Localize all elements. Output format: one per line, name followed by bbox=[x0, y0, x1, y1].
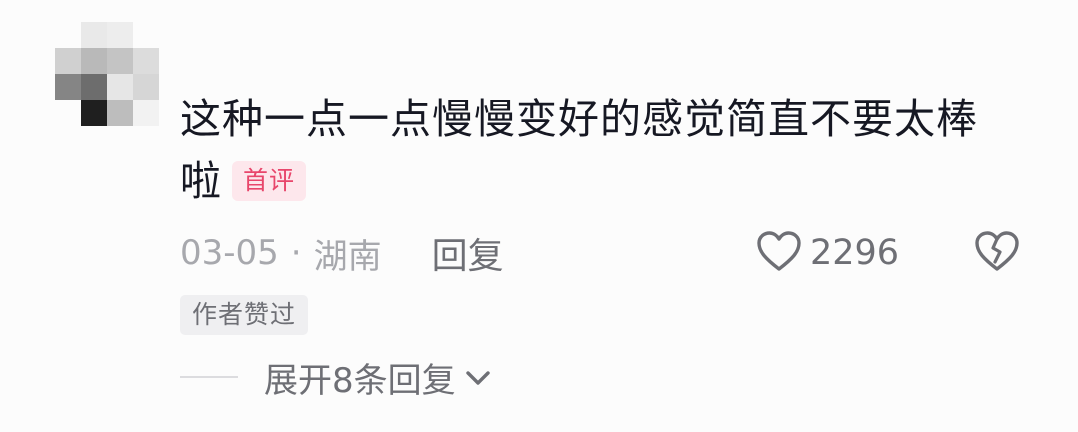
comment-location: 湖南 bbox=[313, 236, 382, 277]
like-count: 2296 bbox=[810, 233, 900, 273]
broken-heart-icon bbox=[974, 230, 1020, 276]
expand-replies-row: 展开8条回复 bbox=[180, 352, 492, 402]
avatar-tile bbox=[55, 22, 81, 48]
comment-meta: 03-05 · 湖南 回复 bbox=[180, 228, 504, 278]
avatar-tile bbox=[107, 100, 133, 126]
avatar-tile bbox=[55, 48, 81, 74]
meta-separator: · bbox=[290, 233, 302, 273]
avatar-tile bbox=[81, 74, 107, 100]
avatar-tile bbox=[55, 100, 81, 126]
divider-line bbox=[180, 376, 238, 378]
avatar-tile bbox=[133, 22, 159, 48]
dislike-button[interactable] bbox=[972, 228, 1022, 278]
avatar-tile bbox=[133, 48, 159, 74]
avatar-tile bbox=[81, 100, 107, 126]
avatar-tile bbox=[107, 74, 133, 100]
expand-replies-button[interactable]: 展开8条回复 bbox=[264, 353, 492, 402]
comment-body: 这种一点一点慢慢变好的感觉简直不要太棒啦 首评 bbox=[180, 88, 1010, 212]
first-comment-badge: 首评 bbox=[232, 161, 307, 201]
avatar-tile bbox=[81, 48, 107, 74]
avatar-tile bbox=[133, 100, 159, 126]
reply-button[interactable]: 回复 bbox=[432, 227, 504, 279]
avatar-tile bbox=[81, 22, 107, 48]
comment-item: 这种一点一点慢慢变好的感觉简直不要太棒啦 首评 03-05 · 湖南 回复 229… bbox=[0, 0, 1078, 432]
avatar-tile bbox=[107, 48, 133, 74]
heart-outline-icon bbox=[756, 230, 802, 276]
avatar-tile bbox=[107, 22, 133, 48]
avatar-tile bbox=[55, 74, 81, 100]
expand-replies-label: 展开8条回复 bbox=[264, 360, 456, 401]
avatar-tile bbox=[133, 74, 159, 100]
comment-date: 03-05 bbox=[180, 233, 279, 273]
like-button[interactable]: 2296 bbox=[756, 228, 899, 278]
avatar[interactable] bbox=[55, 22, 159, 126]
author-liked-tag: 作者赞过 bbox=[180, 295, 309, 335]
chevron-down-icon bbox=[456, 357, 492, 397]
